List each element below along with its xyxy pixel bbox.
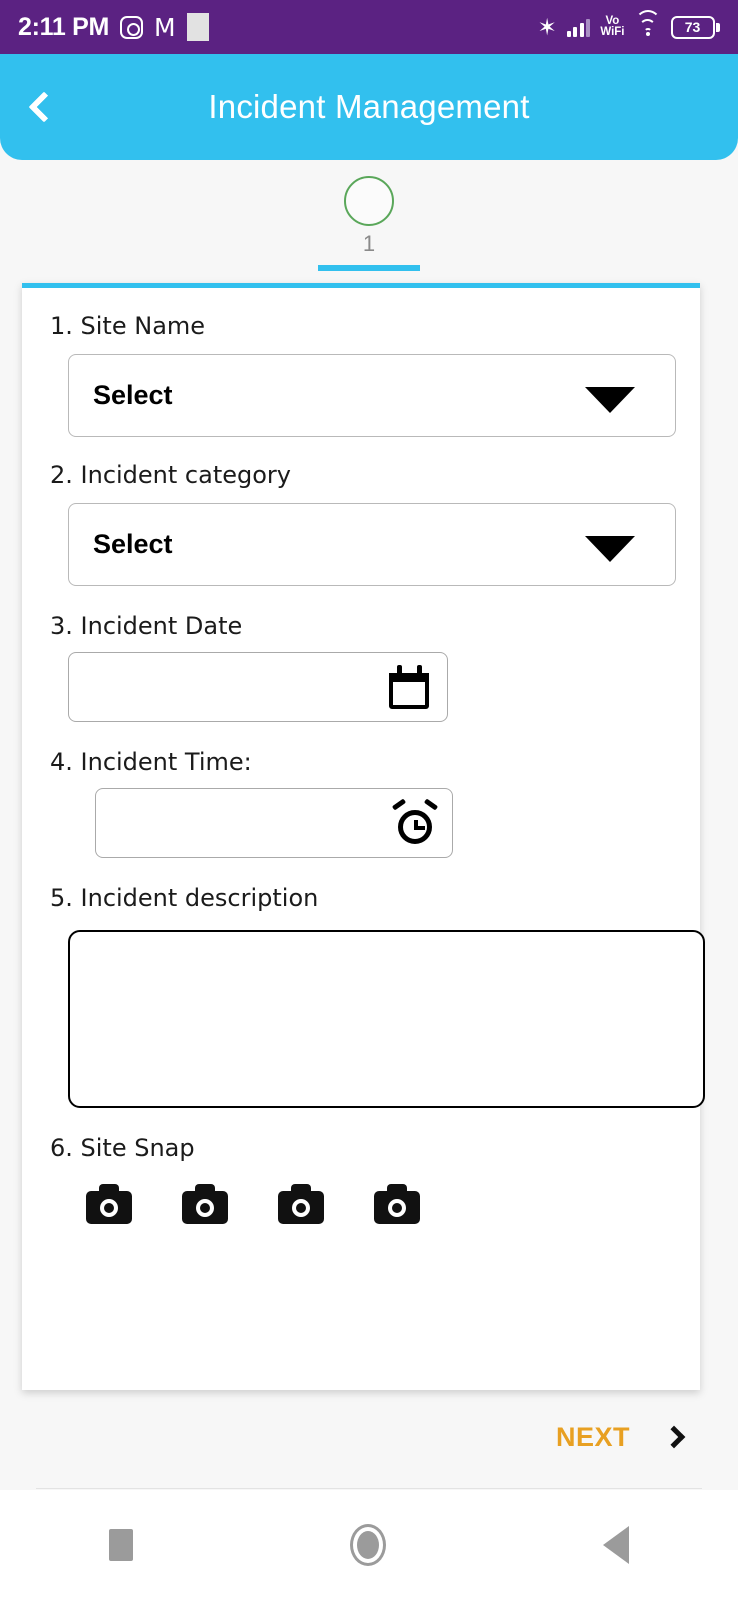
site-name-select[interactable]: Select xyxy=(68,354,676,437)
camera-icon[interactable] xyxy=(374,1184,420,1224)
battery-level-label: 73 xyxy=(684,19,701,35)
field-label-incident-time: 4. Incident Time: xyxy=(50,748,252,776)
android-nav-bar xyxy=(0,1490,738,1600)
status-bar-left: 2:11 PM M xyxy=(18,13,209,42)
chevron-down-icon xyxy=(585,386,635,413)
field-site-name: 1. Site Name Select xyxy=(22,288,700,437)
camera-icon[interactable] xyxy=(86,1184,132,1224)
vowifi-label-bottom: WiFi xyxy=(600,26,625,38)
field-label-site-name: 1. Site Name xyxy=(50,312,206,340)
stepper: 1 xyxy=(0,160,738,275)
field-label-site-snap: 6. Site Snap xyxy=(50,1134,195,1162)
vowifi-icon: Vo WiFi xyxy=(600,15,625,38)
chevron-right-icon xyxy=(662,1425,686,1449)
next-button[interactable]: NEXT xyxy=(0,1406,738,1468)
wifi-icon xyxy=(634,10,661,37)
phone-screen: 2:11 PM M ✶ Vo WiFi 73 Incident Manageme… xyxy=(0,0,738,1600)
incident-category-select-value: Select xyxy=(93,529,173,559)
back-triangle-icon[interactable] xyxy=(603,1526,630,1564)
field-incident-date: 3. Incident Date xyxy=(22,586,700,722)
bluetooth-icon: ✶ xyxy=(537,13,557,40)
form-card: 1. Site Name Select 2. Incident category… xyxy=(22,283,705,1390)
recents-square-icon[interactable] xyxy=(108,1529,133,1561)
field-label-incident-date: 3. Incident Date xyxy=(50,612,243,640)
field-incident-description: 5. Incident description xyxy=(22,858,705,1108)
field-site-snap: 6. Site Snap xyxy=(22,1108,700,1224)
footer-divider xyxy=(36,1488,702,1489)
incident-category-select[interactable]: Select xyxy=(68,503,676,586)
status-bar-clock: 2:11 PM xyxy=(18,12,110,41)
incident-date-input[interactable] xyxy=(68,652,448,722)
page-title: Incident Management xyxy=(208,88,530,125)
step-label-1: 1 xyxy=(362,231,376,256)
status-bar-right: ✶ Vo WiFi 73 xyxy=(537,10,720,40)
signal-bars-icon xyxy=(566,18,591,37)
calendar-icon xyxy=(387,665,431,709)
battery-icon: 73 xyxy=(670,15,720,39)
field-incident-category: 2. Incident category Select xyxy=(22,437,700,586)
alarm-clock-icon xyxy=(391,798,439,846)
home-circle-icon[interactable] xyxy=(349,1524,386,1566)
site-name-select-value: Select xyxy=(93,380,173,410)
incident-time-input[interactable] xyxy=(95,788,453,858)
status-bar: 2:11 PM M ✶ Vo WiFi 73 xyxy=(0,0,738,54)
instagram-icon xyxy=(120,15,144,39)
back-button[interactable] xyxy=(0,54,80,160)
next-button-label: NEXT xyxy=(555,1421,630,1452)
step-active-indicator xyxy=(318,265,420,271)
field-label-incident-category: 2. Incident category xyxy=(50,461,291,489)
app-placeholder-icon xyxy=(186,13,209,41)
camera-icon[interactable] xyxy=(182,1184,228,1224)
chevron-left-icon xyxy=(28,91,60,123)
step-circle-1[interactable] xyxy=(344,176,394,226)
field-label-incident-description: 5. Incident description xyxy=(50,884,319,912)
camera-icon[interactable] xyxy=(278,1184,324,1224)
chevron-down-icon xyxy=(585,535,635,562)
incident-description-textarea[interactable] xyxy=(68,930,705,1108)
field-incident-time: 4. Incident Time: xyxy=(22,722,700,858)
gmail-icon: M xyxy=(154,12,176,42)
app-bar: Incident Management xyxy=(0,54,738,160)
site-snap-camera-list xyxy=(86,1184,700,1224)
